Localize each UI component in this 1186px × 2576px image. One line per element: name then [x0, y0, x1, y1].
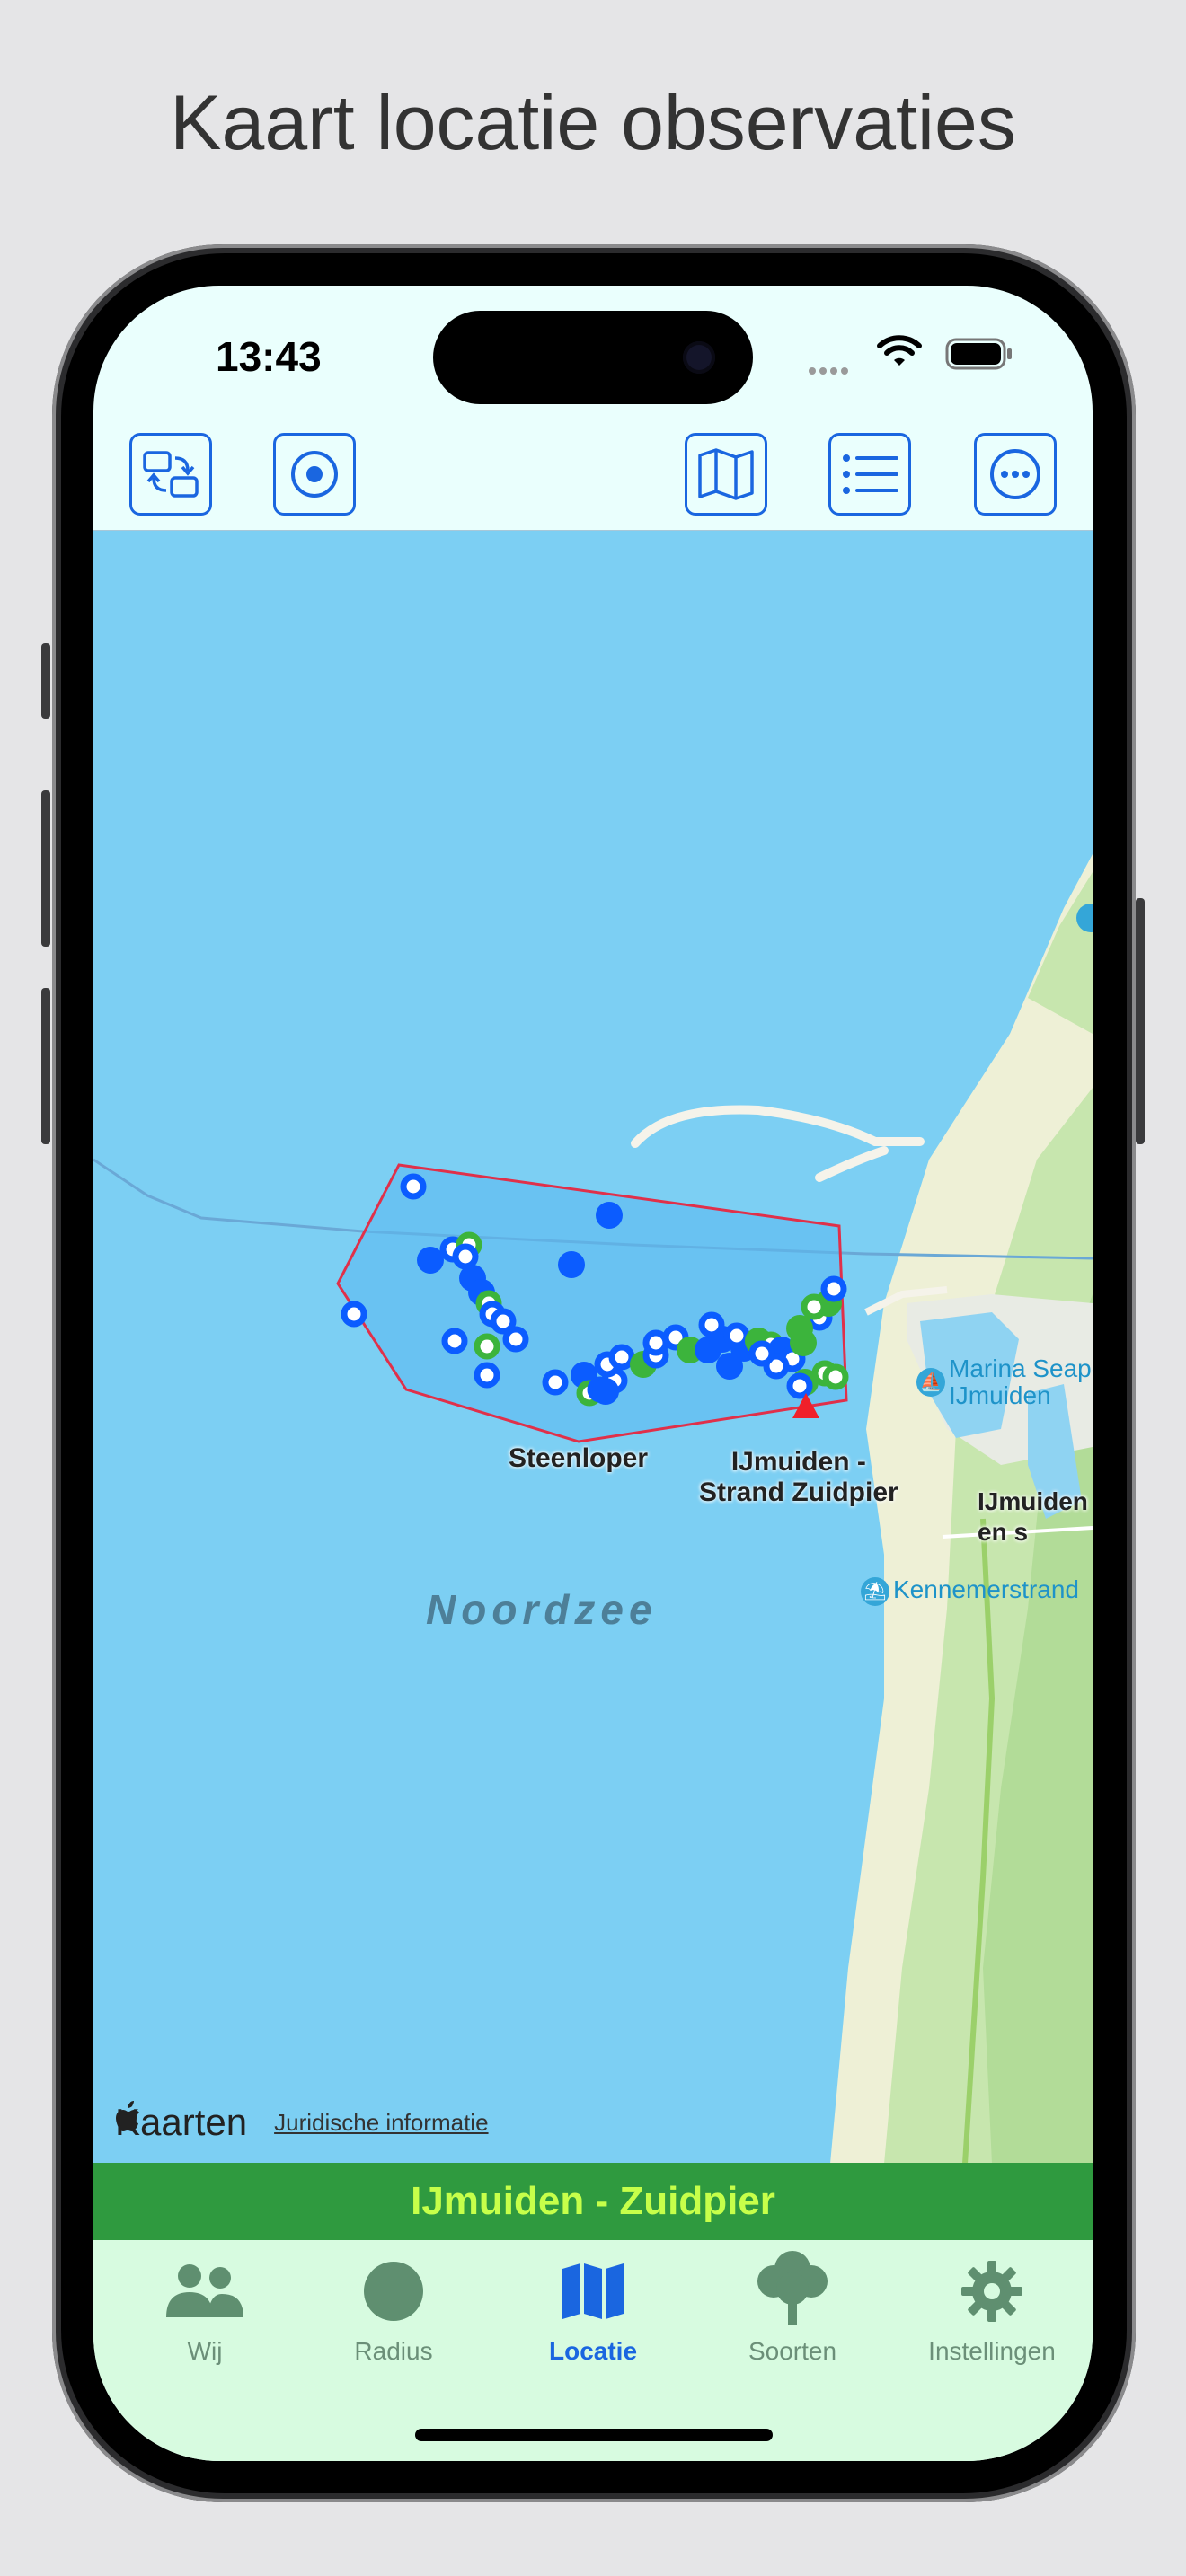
circle-icon — [364, 2262, 423, 2321]
cellular-icon — [809, 363, 852, 379]
observation-marker[interactable] — [542, 1369, 569, 1396]
battery-icon — [945, 338, 1013, 375]
list-icon — [843, 454, 898, 494]
label-noordzee: Noordzee — [426, 1586, 658, 1633]
tab-radius[interactable]: Radius — [304, 2256, 483, 2366]
legal-link[interactable]: Juridische informatie — [274, 2109, 488, 2137]
observation-marker[interactable] — [441, 1328, 468, 1354]
status-time: 13:43 — [216, 333, 322, 380]
observation-marker[interactable] — [786, 1372, 813, 1399]
observation-marker[interactable] — [592, 1378, 619, 1405]
map-icon — [698, 448, 754, 500]
center-location-button[interactable] — [273, 433, 356, 516]
map-type-button[interactable] — [685, 433, 767, 516]
tab-wij[interactable]: Wij — [115, 2256, 295, 2366]
tab-label: Soorten — [748, 2337, 837, 2365]
map-icon — [562, 2263, 624, 2319]
poi-marina[interactable]: ⛵Marina Seaport IJmuiden — [916, 1355, 1093, 1409]
observation-marker[interactable] — [596, 1202, 623, 1229]
tab-label: Locatie — [548, 2337, 638, 2365]
tab-label: Radius — [354, 2337, 433, 2365]
more-icon — [990, 449, 1040, 499]
observation-marker[interactable] — [400, 1173, 427, 1200]
swap-button[interactable] — [129, 433, 212, 516]
observation-marker[interactable] — [822, 1363, 849, 1390]
observation-marker[interactable] — [723, 1322, 750, 1349]
map-canvas — [93, 854, 1093, 2164]
tab-instellingen[interactable]: Instellingen — [902, 2256, 1082, 2366]
observation-marker[interactable] — [474, 1333, 500, 1360]
target-icon — [291, 451, 338, 498]
map-attribution: Kaarten Juridische informatie — [115, 2101, 489, 2144]
observation-marker[interactable] — [716, 1353, 743, 1380]
map-toolbar — [93, 411, 1093, 530]
volume-up-button — [41, 790, 50, 947]
apple-logo-icon — [116, 2101, 139, 2131]
volume-down-button — [41, 988, 50, 1144]
observation-marker[interactable] — [748, 1340, 775, 1367]
side-button — [1136, 898, 1145, 1144]
people-icon — [166, 2264, 243, 2317]
dynamic-island — [433, 311, 753, 404]
tab-soorten[interactable]: Soorten — [703, 2251, 882, 2366]
observation-marker[interactable] — [502, 1326, 529, 1353]
label-zuidpier: IJmuiden - Strand Zuidpier — [699, 1447, 898, 1507]
label-steenloper: Steenloper — [509, 1443, 649, 1473]
home-indicator — [415, 2429, 773, 2441]
tab-label: Wij — [187, 2337, 223, 2365]
poi-marina-label: Marina Seaport IJmuiden — [949, 1354, 1093, 1409]
tab-locatie[interactable]: Locatie — [503, 2256, 683, 2366]
observation-marker[interactable] — [608, 1344, 635, 1371]
more-button[interactable] — [974, 433, 1057, 516]
list-button[interactable] — [828, 433, 911, 516]
observation-marker[interactable] — [341, 1301, 367, 1328]
beach-icon: ⛱ — [861, 1576, 890, 1606]
label-ijmuiden: IJmuiden en s — [978, 1487, 1088, 1546]
tab-label: Instellingen — [928, 2337, 1056, 2365]
wifi-icon — [877, 334, 922, 373]
tree-icon — [757, 2251, 828, 2325]
sailboat-icon: ⛵ — [916, 1368, 945, 1397]
observation-marker[interactable] — [474, 1362, 500, 1389]
action-button — [41, 643, 50, 719]
page-headline: Kaart locatie observaties — [170, 80, 1016, 166]
map-view[interactable]: Steenloper IJmuiden - Strand Zuidpier ⛵ M… — [93, 530, 1093, 2164]
poi-edge-icon[interactable] — [1076, 903, 1093, 932]
observation-marker[interactable] — [820, 1275, 847, 1302]
phone-screen: 13:43 Steenloper IJmuiden - Strand Zuidp… — [93, 286, 1093, 2461]
location-name-bar: IJmuiden - Zuidpier — [93, 2163, 1093, 2240]
observation-marker[interactable] — [452, 1243, 479, 1270]
observation-marker[interactable] — [786, 1315, 813, 1342]
observation-marker[interactable] — [801, 1293, 828, 1320]
observation-marker[interactable] — [698, 1311, 725, 1338]
poi-kennemerstrand[interactable]: ⛱ Kennemerstrand — [861, 1576, 1079, 1606]
swap-icon — [143, 451, 199, 498]
observation-marker[interactable] — [558, 1251, 585, 1278]
gear-icon — [961, 2261, 1022, 2322]
tab-bar: Wij Radius Locatie Soorten Instellingen — [93, 2240, 1093, 2461]
poi-kennemer-label: Kennemerstrand — [893, 1575, 1080, 1603]
observation-marker[interactable] — [417, 1247, 444, 1274]
